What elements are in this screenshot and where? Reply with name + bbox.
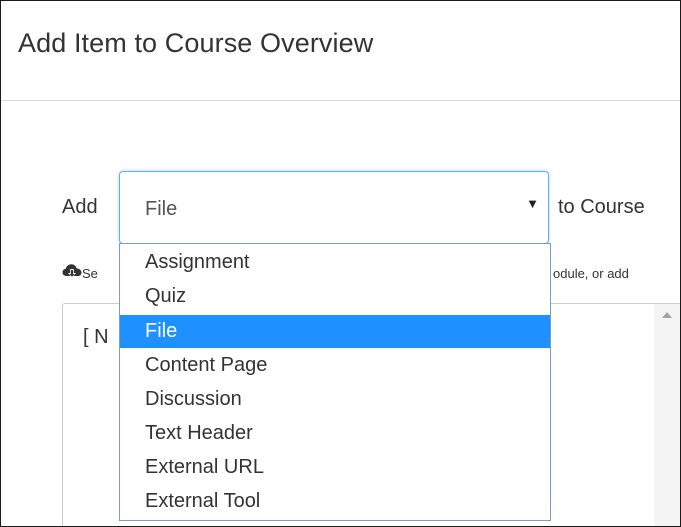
list-item: [ N: [83, 326, 109, 348]
add-label: Add: [62, 196, 98, 218]
item-type-dropdown: Assignment Quiz File Content Page Discus…: [119, 243, 551, 521]
dropdown-option-assignment[interactable]: Assignment: [120, 246, 550, 279]
dropdown-option-text-header[interactable]: Text Header: [120, 417, 550, 450]
dropdown-option-quiz[interactable]: Quiz: [120, 280, 550, 313]
help-text-left: Se: [82, 266, 98, 281]
item-type-select-value: File: [145, 198, 178, 220]
list-scrollbar[interactable]: [654, 304, 680, 526]
dropdown-option-content-page[interactable]: Content Page: [120, 349, 550, 382]
add-item-modal: Add Item to Course Overview Add File ▼ t…: [0, 0, 681, 527]
dropdown-option-file[interactable]: File: [120, 315, 550, 348]
caret-down-icon: ▼: [526, 196, 539, 211]
modal-title: Add Item to Course Overview: [18, 28, 374, 58]
scroll-up-arrow-icon[interactable]: [662, 312, 672, 318]
dropdown-option-discussion[interactable]: Discussion: [120, 383, 550, 416]
item-type-select[interactable]: File ▼: [119, 171, 549, 244]
dropdown-option-external-tool[interactable]: External Tool: [120, 485, 550, 518]
dropdown-option-external-url[interactable]: External URL: [120, 451, 550, 484]
to-course-label: to Course: [558, 196, 645, 218]
help-text-right: odule, or add: [553, 266, 629, 281]
cloud-download-icon: [62, 264, 82, 278]
title-divider: [1, 100, 680, 101]
